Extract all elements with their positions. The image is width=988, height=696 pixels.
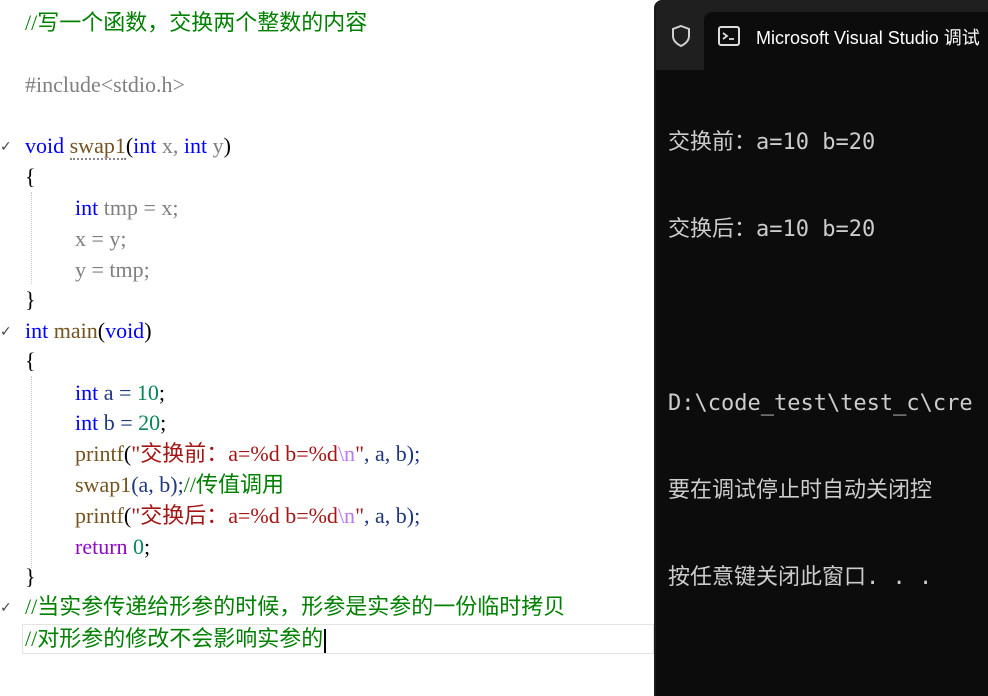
code-line-close-brace: }	[25, 564, 36, 589]
code-line-comment-2: //对形参的修改不会影响实参的	[25, 624, 327, 654]
param: x,	[156, 133, 184, 158]
number: 20	[138, 410, 161, 435]
escape-sequence: \n	[337, 503, 356, 528]
number: 10	[136, 380, 159, 405]
variable: a =	[98, 380, 137, 405]
code-line-x-assign: x = y;	[75, 226, 127, 251]
code-line-open-brace: {	[25, 348, 36, 373]
output-line: 交换前：a=10 b=20	[668, 130, 876, 155]
keyword: void	[105, 318, 145, 343]
code-line-y-assign: y = tmp;	[75, 257, 150, 282]
code-line-int-a: int a = 10;	[75, 378, 165, 408]
function-name: main	[48, 318, 98, 343]
code-line-swap-signature: void swap1(int x, int y)	[25, 131, 231, 161]
arguments: (a, b);	[131, 472, 184, 497]
output-line: 交换后：a=10 b=20	[668, 217, 876, 242]
paren: )	[223, 133, 231, 158]
function-name: swap1	[69, 133, 126, 160]
string-literal: "交换后：a=%d b=%d	[131, 503, 338, 528]
code-line-1: //写一个函数，交换两个整数的内容	[25, 10, 368, 35]
code-line-close-brace: }	[25, 287, 36, 312]
indent-guide	[31, 376, 32, 568]
keyword: int	[75, 410, 99, 435]
tab-title: Microsoft Visual Studio 调试	[756, 28, 980, 48]
output-line: 要在调试停止时自动关闭控	[668, 478, 933, 503]
fold-marker[interactable]: ✓	[0, 139, 12, 155]
code-line-swap-call: swap1(a, b);//传值调用	[75, 470, 284, 500]
paren: )	[144, 318, 152, 343]
semicolon: ;	[144, 534, 151, 559]
function-name: printf	[75, 503, 124, 528]
keyword: int	[133, 133, 157, 158]
code-editor[interactable]: //写一个函数，交换两个整数的内容 #include<stdio.h> ✓ vo…	[0, 0, 654, 696]
semicolon: ;	[158, 380, 166, 405]
comment: //对形参的修改不会影响实参的	[25, 626, 324, 651]
terminal-tab[interactable]: Microsoft Visual Studio 调试	[704, 12, 988, 70]
comment: //传值调用	[183, 472, 284, 497]
code-line-comment-1: //当实参传递给形参的时候，形参是实参的一份临时拷贝	[25, 594, 566, 619]
arguments: , a, b);	[364, 441, 421, 466]
function-name: swap1	[75, 472, 132, 497]
code-line-printf-after: printf("交换后：a=%d b=%d\n", a, b);	[75, 501, 420, 531]
variable: b =	[98, 410, 139, 435]
text-caret	[324, 628, 327, 653]
keyword: return	[75, 534, 128, 559]
string-quote: "	[355, 503, 365, 528]
fold-marker[interactable]: ✓	[0, 324, 12, 340]
number: 0	[127, 534, 145, 559]
terminal-output: 交换前：a=10 b=20 交换后：a=10 b=20 ​ D:\code_te…	[668, 70, 973, 650]
semicolon: ;	[160, 410, 167, 435]
code-line-printf-before: printf("交换前：a=%d b=%d\n", a, b);	[75, 439, 420, 469]
fold-marker[interactable]: ✓	[0, 600, 12, 616]
code-line-main-signature: int main(void)	[25, 316, 152, 346]
keyword: void	[25, 133, 65, 158]
paren: (	[97, 318, 106, 343]
keyword: int	[183, 133, 208, 158]
output-line: D:\code_test\test_c\cre	[668, 391, 973, 416]
output-line: 按任意键关闭此窗口. . .	[668, 565, 933, 590]
code-line-open-brace: {	[25, 164, 36, 189]
shield-icon	[672, 24, 690, 48]
code-line-int-b: int b = 20;	[75, 408, 166, 438]
code-line-tmp: int tmp = x;	[75, 193, 178, 223]
code-line-return: return 0;	[75, 532, 150, 562]
title-bar[interactable]: Microsoft Visual Studio 调试	[656, 0, 988, 70]
output-line: ​	[668, 302, 973, 331]
arguments: , a, b);	[364, 503, 421, 528]
string-quote: "	[355, 441, 365, 466]
keyword: int	[25, 318, 49, 343]
keyword: int	[75, 380, 99, 405]
string-literal: "交换前：a=%d b=%d	[131, 441, 338, 466]
keyword: int	[75, 195, 99, 220]
terminal-icon	[718, 26, 740, 46]
param: y	[207, 133, 224, 158]
escape-sequence: \n	[337, 441, 356, 466]
function-name: printf	[75, 441, 124, 466]
terminal-window[interactable]: Microsoft Visual Studio 调试 交换前：a=10 b=20…	[654, 0, 988, 696]
code-line-include: #include<stdio.h>	[25, 72, 185, 97]
statement: tmp = x;	[98, 195, 179, 220]
indent-guide	[31, 192, 32, 284]
